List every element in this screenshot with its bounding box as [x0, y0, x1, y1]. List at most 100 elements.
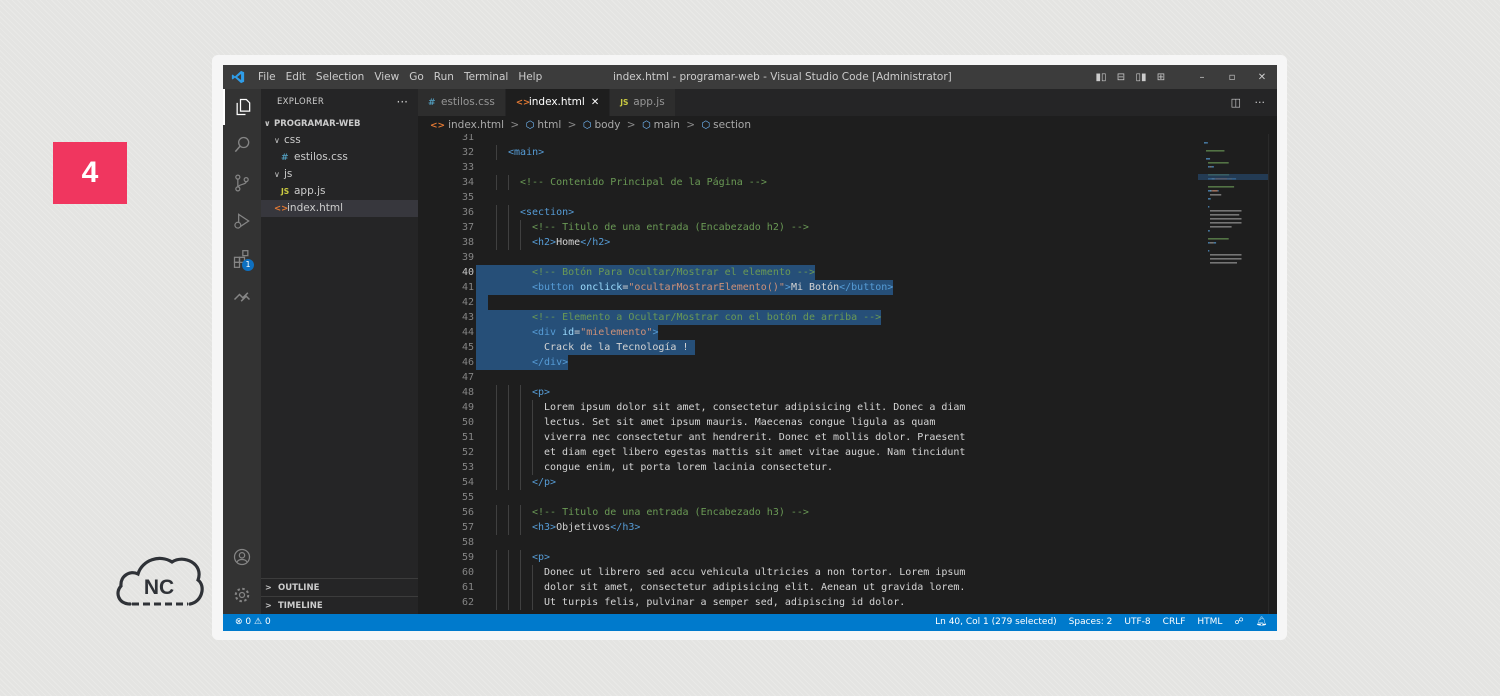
menu-selection[interactable]: Selection	[311, 65, 369, 89]
tab-estilos-css[interactable]: # estilos.css	[418, 89, 506, 116]
menu-view[interactable]: View	[369, 65, 404, 89]
more-actions-icon[interactable]: ···	[1255, 96, 1266, 109]
code-line: 44 <div id="mielemento">	[418, 325, 1198, 340]
file-app-js[interactable]: JS app.js	[261, 183, 418, 200]
project-folder[interactable]: ∨ PROGRAMAR-WEB	[261, 115, 418, 132]
folder-js[interactable]: ∨ js	[261, 166, 418, 183]
indent-guide	[532, 415, 533, 430]
css-file-icon: #	[428, 98, 436, 108]
line-number: 41	[461, 282, 474, 293]
minimap-mark	[1208, 242, 1210, 244]
code-text: </div>	[476, 355, 569, 370]
code-editor[interactable]: 31 32 <main> 33 34 <!-- Contenido Principal d…	[418, 134, 1198, 614]
problems-indicator[interactable]: ⊗ 0 ⚠ 0	[235, 614, 271, 631]
explorer-icon[interactable]	[223, 89, 261, 125]
line-number: 50	[461, 417, 474, 428]
line-ending[interactable]: CRLF	[1163, 614, 1186, 631]
line-number: 42	[461, 297, 474, 308]
accounts-icon[interactable]	[223, 539, 261, 575]
minimap-mark	[1210, 210, 1242, 212]
indent-guide	[508, 520, 509, 535]
indent-guide	[520, 580, 521, 595]
line-number: 35	[461, 192, 474, 203]
tab-index-html[interactable]: <>index.html ✕	[505, 89, 611, 116]
menu-edit[interactable]: Edit	[281, 65, 311, 89]
customize-layout-icon[interactable]: ⊞	[1154, 72, 1168, 83]
code-line: 40 <!-- Botón Para Ocultar/Mostrar el ele…	[418, 265, 1198, 280]
indent-guide	[508, 385, 509, 400]
indent-guide	[508, 430, 509, 445]
minimap-mark	[1208, 162, 1229, 164]
code-line: 62 Ut turpis felis, pulvinar a semper sed…	[418, 595, 1198, 610]
code-token: <p>	[532, 552, 551, 563]
indent-guide	[496, 430, 497, 445]
explorer-title: EXPLORER	[277, 97, 325, 107]
source-control-icon[interactable]	[223, 165, 261, 201]
breadcrumb-item[interactable]: main	[654, 119, 680, 131]
chevron-right-icon: >	[567, 119, 577, 131]
line-number: 49	[461, 402, 474, 413]
close-window-button[interactable]: ✕	[1250, 72, 1274, 83]
search-icon[interactable]	[223, 127, 261, 163]
status-bar: ⊗ 0 ⚠ 0 Ln 40, Col 1 (279 selected) Spac…	[223, 614, 1277, 631]
code-line: 52 et diam eget libero egestas mattis sit…	[418, 445, 1198, 460]
indent-guide	[496, 580, 497, 595]
timeline-section[interactable]: > TIMELINE	[261, 596, 418, 614]
code-token: "ocultarMostrarElemento()"	[628, 282, 785, 293]
line-number: 52	[461, 447, 474, 458]
file-estilos-css[interactable]: # estilos.css	[261, 149, 418, 166]
breadcrumb-item[interactable]: section	[713, 119, 751, 131]
indent-guide	[496, 235, 497, 250]
chevron-right-icon: >	[686, 119, 696, 131]
toggle-secondary-sidebar-icon[interactable]: ▯▮	[1134, 72, 1148, 83]
toggle-sidebar-icon[interactable]: ▮▯	[1094, 72, 1108, 83]
step-number-badge: 4	[53, 142, 127, 204]
manage-gear-icon[interactable]	[223, 577, 261, 613]
live-share-icon[interactable]	[223, 279, 261, 315]
minimap[interactable]	[1198, 134, 1268, 614]
folder-css[interactable]: ∨ css	[261, 132, 418, 149]
menu-go[interactable]: Go	[404, 65, 429, 89]
minimap-mark	[1210, 194, 1222, 196]
menu-file[interactable]: File	[253, 65, 281, 89]
breadcrumb: <> index.html > ⬡ html > ⬡ body > ⬡ main > ⬡…	[418, 116, 1277, 134]
code-line: 50 lectus. Set sit amet ipsum mauris. Mae…	[418, 415, 1198, 430]
code-token: Crack de la Tecnología !	[544, 342, 695, 353]
js-file-icon: JS	[620, 98, 629, 107]
extensions-icon[interactable]: 1	[223, 241, 261, 277]
notifications-bell-icon[interactable]: 🔔︎	[1256, 614, 1267, 631]
code-token: <!-- Titulo de una entrada (Encabezado h…	[532, 507, 809, 518]
indent-guide	[496, 565, 497, 580]
language-mode[interactable]: HTML	[1197, 614, 1222, 631]
breadcrumb-item[interactable]: body	[594, 119, 620, 131]
outline-section[interactable]: > OUTLINE	[261, 578, 418, 596]
code-text: dolor sit amet, consectetur adipisicing …	[544, 580, 965, 595]
breadcrumb-item[interactable]: index.html	[448, 119, 504, 131]
minimap-mark	[1210, 254, 1242, 256]
menu-run[interactable]: Run	[429, 65, 459, 89]
menu-terminal[interactable]: Terminal	[459, 65, 513, 89]
file-index-html[interactable]: <>index.html	[261, 200, 418, 217]
cursor-position[interactable]: Ln 40, Col 1 (279 selected)	[935, 614, 1057, 631]
minimize-button[interactable]: –	[1190, 72, 1214, 83]
code-line: 43 <!-- Elemento a Ocultar/Mostrar con el…	[418, 310, 1198, 325]
css-file-icon: #	[281, 153, 289, 163]
vertical-scrollbar[interactable]	[1268, 134, 1277, 614]
split-editor-icon[interactable]: ◫	[1231, 96, 1241, 109]
minimap-selection	[1198, 174, 1268, 180]
indent-guide	[532, 400, 533, 415]
code-token: <!-- Titulo de una entrada (Encabezado h…	[532, 222, 809, 233]
toggle-panel-icon[interactable]: ⊟	[1114, 72, 1128, 83]
close-tab-icon[interactable]: ✕	[591, 97, 599, 108]
minimap-mark	[1204, 142, 1205, 144]
encoding[interactable]: UTF-8	[1124, 614, 1150, 631]
breadcrumb-item[interactable]: html	[537, 119, 561, 131]
run-debug-icon[interactable]	[223, 203, 261, 239]
tab-app-js[interactable]: JS app.js	[610, 89, 676, 116]
indent-guide	[520, 415, 521, 430]
more-actions-icon[interactable]: ···	[397, 89, 408, 115]
restore-button[interactable]: ▫	[1220, 72, 1244, 83]
menu-help[interactable]: Help	[513, 65, 547, 89]
feedback-icon[interactable]: ☍	[1234, 614, 1243, 631]
indentation[interactable]: Spaces: 2	[1069, 614, 1113, 631]
